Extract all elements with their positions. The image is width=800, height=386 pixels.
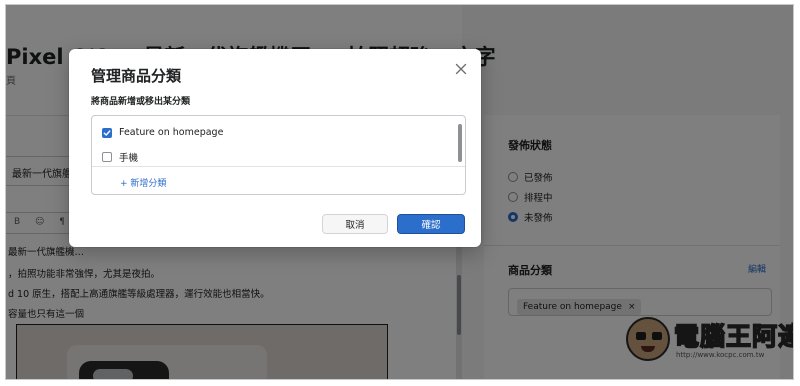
dialog-description: 將商品新增或移出某分類 <box>91 97 191 107</box>
category-option-phone[interactable]: 手機 <box>102 150 138 164</box>
close-icon[interactable] <box>453 61 469 77</box>
dialog-title: 管理商品分類 <box>91 67 182 85</box>
screenshot-frame: Pixel 4/4 … 最新一代旗艦機王 — 拍照超強 · 文字 頁 最新一代旗… <box>5 4 794 380</box>
checkbox-checked[interactable] <box>102 127 112 138</box>
category-option-label: 手機 <box>119 153 139 164</box>
add-category-link[interactable]: + 新增分類 <box>120 176 166 189</box>
cancel-button[interactable]: 取消 <box>322 214 388 234</box>
confirm-button[interactable]: 確認 <box>397 214 465 234</box>
list-divider <box>92 166 465 167</box>
checkbox-unchecked[interactable] <box>102 152 112 162</box>
list-scrollbar[interactable] <box>458 124 462 162</box>
category-list: Feature on homepage 手機 + 新增分類 <box>91 115 466 195</box>
category-option-feature[interactable]: Feature on homepage <box>102 127 223 138</box>
checkmark-icon <box>103 129 111 136</box>
category-option-label: Feature on homepage <box>119 127 224 138</box>
manage-category-dialog: 管理商品分類 將商品新增或移出某分類 Feature on homepage 手… <box>69 49 481 247</box>
